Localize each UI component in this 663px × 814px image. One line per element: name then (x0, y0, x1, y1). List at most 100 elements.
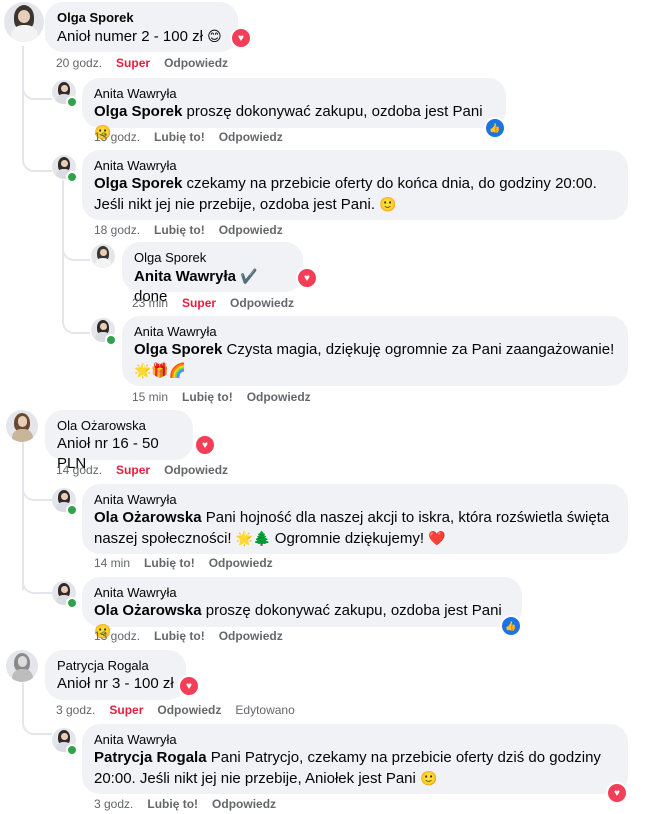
like-button[interactable]: Lubię to! (144, 556, 195, 570)
heart-reaction-icon[interactable]: ♥ (606, 782, 628, 804)
comment-meta: 20 godz. Super Odpowiedz (56, 55, 242, 71)
comment-text: Ola Ożarowska Pani hojność dla naszej ak… (94, 509, 610, 526)
comment-emojis: 🌟🎁🌈 (134, 360, 616, 381)
heart-reaction-icon[interactable]: ♥ (194, 434, 216, 456)
star-tree-emoji: 🌟🌲 (235, 530, 271, 546)
comment-bubble: Anita Wawryła Ola Ożarowska Pani hojność… (82, 484, 628, 554)
comment-time[interactable]: 15 min (132, 390, 168, 404)
comment-time[interactable]: 23 min (132, 296, 168, 310)
comment-time[interactable]: 20 godz. (56, 56, 102, 70)
reply-button[interactable]: Odpowiedz (219, 223, 283, 237)
smile-emoji: 🙂 (379, 196, 397, 212)
comment-meta: 18 godz. Lubię to! Odpowiedz (94, 222, 297, 238)
comment-author[interactable]: Ola Ożarowska (57, 418, 181, 434)
reply-button[interactable]: Odpowiedz (209, 556, 273, 570)
comment-author[interactable]: Anita Wawryła (94, 86, 494, 102)
avatar[interactable] (6, 410, 38, 442)
reply-button[interactable]: Odpowiedz (157, 703, 221, 717)
comment-time[interactable]: 3 godz. (94, 797, 133, 811)
super-reaction-button[interactable]: Super (116, 463, 150, 477)
super-reaction-button[interactable]: Super (109, 703, 143, 717)
comment-bubble: Anita Wawryła Olga Sporek czekamy na prz… (82, 150, 628, 220)
thread-connector (22, 130, 52, 172)
comment-bubble: Anita Wawryła Olga Sporek proszę dokonyw… (82, 78, 506, 140)
comment-meta: 13 godz. Lubię to! Odpowiedz (94, 129, 297, 145)
mention-link[interactable]: Olga Sporek (134, 341, 222, 358)
comment-text-line: Jeśli nikt jej nie przebije, ozdoba jest… (94, 196, 397, 213)
comment-bubble: Patrycja Rogala Anioł nr 3 - 100 zł (45, 650, 186, 700)
comment-author[interactable]: Olga Sporek (57, 10, 226, 26)
comment-author[interactable]: Anita Wawryła (134, 324, 616, 340)
comment-meta: 23 min Super Odpowiedz (132, 295, 308, 311)
heart-reaction-icon[interactable]: ♥ (230, 27, 252, 49)
comment-time[interactable]: 18 godz. (94, 223, 140, 237)
online-status-icon (66, 171, 78, 183)
comment-author[interactable]: Olga Sporek (134, 250, 291, 266)
thread-connector (22, 550, 52, 594)
online-status-icon (66, 597, 78, 609)
heart-emoji: ❤️ (428, 530, 446, 546)
comment-text: Olga Sporek Czysta magia, dziękuję ogrom… (134, 341, 615, 358)
comment-meta: 3 godz. Lubię to! Odpowiedz (94, 796, 290, 812)
comment-bubble: Olga Sporek Anioł numer 2 - 100 zł 😊 (45, 2, 238, 52)
avatar[interactable] (91, 244, 115, 268)
heart-reaction-icon[interactable]: ♥ (296, 267, 318, 289)
check-mark-icon: ✔️ (240, 268, 258, 284)
comment-bubble: Olga Sporek Anita Wawryła ✔️ done (122, 242, 303, 305)
comment-text-line: 20:00. Jeśli nikt jej nie przebije, Anio… (94, 770, 438, 787)
comment-bubble: Anita Wawryła Olga Sporek Czysta magia, … (122, 316, 628, 386)
comment-author[interactable]: Anita Wawryła (94, 158, 616, 174)
comment-meta: 13 godz. Lubię to! Odpowiedz (94, 628, 297, 644)
comment-author[interactable]: Patrycja Rogala (57, 658, 174, 674)
like-button[interactable]: Lubię to! (154, 223, 205, 237)
online-status-icon (66, 96, 78, 108)
comment-time[interactable]: 13 godz. (94, 130, 140, 144)
mention-link[interactable]: Ola Ożarowska (94, 602, 202, 619)
comment-author[interactable]: Anita Wawryła (94, 732, 616, 748)
comment-time[interactable]: 13 godz. (94, 629, 140, 643)
super-reaction-button[interactable]: Super (182, 296, 216, 310)
mention-link[interactable]: Anita Wawryła (134, 268, 236, 285)
like-reaction-icon[interactable]: 👍 (500, 615, 522, 637)
online-status-icon (105, 334, 117, 346)
comment-bubble: Anita Wawryła Ola Ożarowska proszę dokon… (82, 577, 522, 639)
reply-button[interactable]: Odpowiedz (219, 130, 283, 144)
mention-link[interactable]: Ola Ożarowska (94, 509, 202, 526)
super-reaction-button[interactable]: Super (116, 56, 150, 70)
like-reaction-icon[interactable]: 👍 (484, 117, 506, 139)
reply-button[interactable]: Odpowiedz (212, 797, 276, 811)
reply-button[interactable]: Odpowiedz (219, 629, 283, 643)
comment-meta: 14 godz. Super Odpowiedz (56, 462, 242, 478)
reply-button[interactable]: Odpowiedz (247, 390, 311, 404)
reply-button[interactable]: Odpowiedz (230, 296, 294, 310)
mention-link[interactable]: Olga Sporek (94, 175, 182, 192)
comment-meta: 3 godz. Super Odpowiedz Edytowano (56, 702, 309, 718)
like-button[interactable]: Lubię to! (154, 130, 205, 144)
like-button[interactable]: Lubię to! (147, 797, 198, 811)
comment-bubble: Anita Wawryła Patrycja Rogala Pani Patry… (82, 724, 628, 794)
online-status-icon (66, 744, 78, 756)
comment-author[interactable]: Anita Wawryła (94, 585, 510, 601)
thread-connector (22, 46, 52, 100)
like-button[interactable]: Lubię to! (182, 390, 233, 404)
like-button[interactable]: Lubię to! (154, 629, 205, 643)
edited-label: Edytowano (235, 703, 295, 717)
mention-link[interactable]: Patrycja Rogala (94, 749, 207, 766)
smile-emoji: 🙂 (420, 770, 438, 786)
heart-reaction-icon[interactable]: ♥ (178, 675, 200, 697)
smiling-emoji: 😊 (207, 28, 222, 44)
reply-button[interactable]: Odpowiedz (164, 463, 228, 477)
thread-connector (62, 235, 90, 261)
comment-time[interactable]: 14 min (94, 556, 130, 570)
comment-author[interactable]: Anita Wawryła (94, 492, 616, 508)
mention-link[interactable]: Olga Sporek (94, 103, 182, 120)
comment-meta: 15 min Lubię to! Odpowiedz (132, 389, 325, 405)
reply-button[interactable]: Odpowiedz (164, 56, 228, 70)
avatar[interactable] (4, 2, 44, 42)
star-gift-rainbow-emoji: 🌟🎁🌈 (134, 362, 187, 378)
avatar[interactable] (6, 650, 38, 682)
comment-meta: 14 min Lubię to! Odpowiedz (94, 555, 287, 571)
comment-text-line: naszej społeczności! 🌟🌲 Ogromnie dziękuj… (94, 530, 446, 547)
comment-time[interactable]: 14 godz. (56, 463, 102, 477)
comment-time[interactable]: 3 godz. (56, 703, 95, 717)
